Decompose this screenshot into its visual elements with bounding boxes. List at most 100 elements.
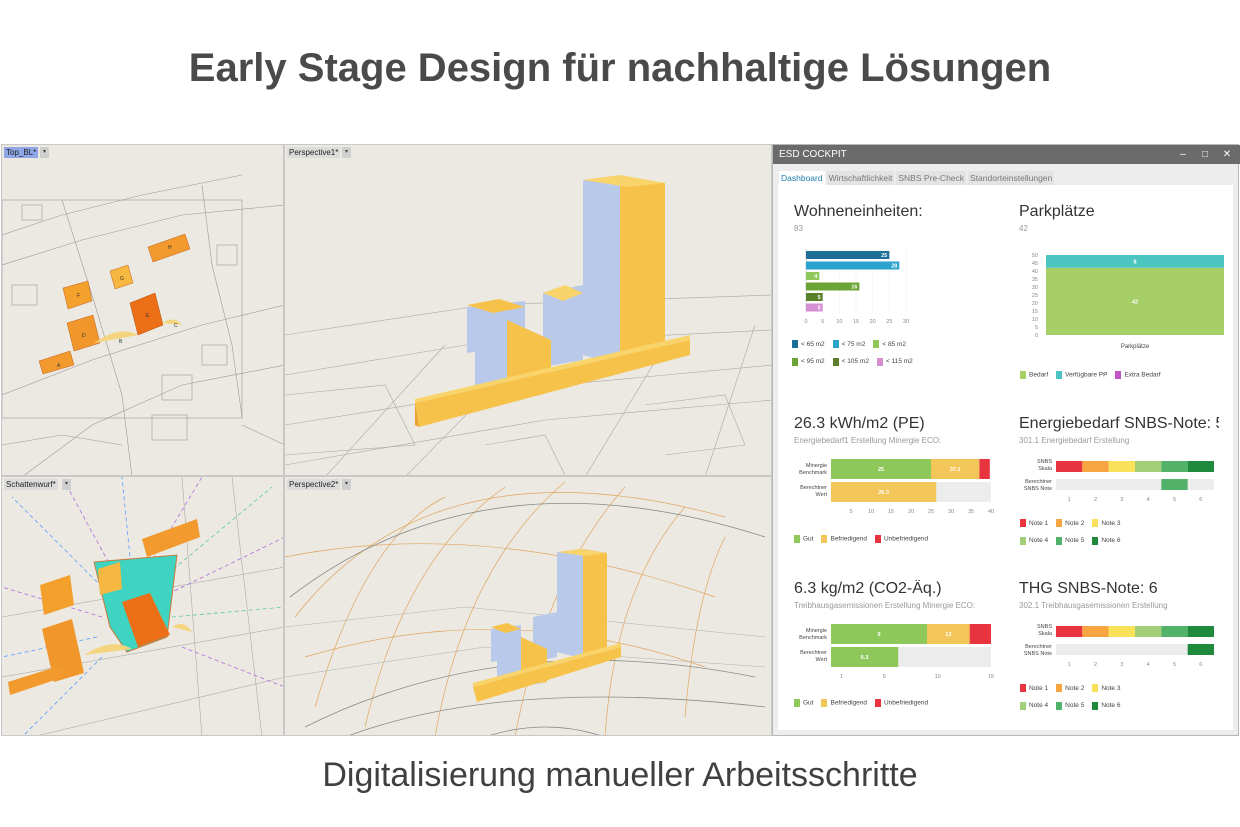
legend-label: Note 5 [1065, 537, 1085, 545]
viewport-perspective1[interactable]: Perspective1* ▾ [284, 144, 772, 476]
tick-label: 20 [908, 509, 914, 515]
legend-swatch [1020, 536, 1026, 545]
site-label: F [77, 293, 80, 299]
legend-label: < 105 m2 [841, 358, 869, 366]
legend-item: Note 3 [1092, 680, 1120, 697]
legend-item: Bedarf [1020, 371, 1048, 379]
chart-energie-snbs: SNBSSkala BerechtnerSNBS Note 1 2 3 4 5 6 [1024, 459, 1214, 503]
legend-swatch [1020, 519, 1026, 528]
tab-dashboard[interactable]: Dashboard [779, 171, 825, 185]
x-tick-label: Parkplätze [1121, 344, 1150, 350]
row-label: Skala [1038, 631, 1053, 637]
sun-path-model [285, 481, 766, 735]
tick-label: 1 [840, 674, 843, 680]
legend-item: Note 1 [1020, 515, 1048, 532]
legend-label: < 75 m2 [841, 341, 866, 348]
widget-subtitle: 302.1 Treibhausgasemissionen Erstellung [1019, 601, 1168, 610]
tick-label: 5 [1173, 662, 1176, 668]
legend-energie-pe: Gut Befriedigend Unbefriedigend [794, 535, 994, 543]
bar-label: 28 [891, 264, 897, 270]
legend-swatch [1020, 371, 1026, 379]
tab-wirtschaftlichkeit[interactable]: Wirtschaftlichkeit [826, 171, 895, 185]
page-title: Early Stage Design für nachhaltige Lösun… [188, 46, 1052, 90]
tick-label: 50 [1032, 253, 1038, 259]
tick-label: 30 [1032, 285, 1038, 291]
legend-swatch [821, 699, 828, 707]
legend-swatch [1056, 684, 1063, 693]
row-label: Wert [815, 657, 827, 663]
tick-label: 5 [1173, 497, 1176, 503]
dashboard-panel: Wohneneinheiten: 83 0 5 10 15 20 25 30 25 28 4 16 5… [778, 185, 1233, 730]
legend-item: Befriedigend [821, 699, 867, 707]
legend-label: Gut [803, 699, 814, 707]
cockpit-tabs: Dashboard Wirtschaftlichkeit SNBS Pre-Chec… [779, 171, 1056, 185]
legend-swatch [1092, 536, 1099, 545]
legend-item: Note 3 [1092, 515, 1120, 532]
row-label: Berechtner [800, 485, 827, 491]
esd-cockpit-window[interactable]: ESD COCKPIT – □ ✕ Dashboard Wirtschaftlic… [772, 144, 1240, 736]
chart-co2: MinergieBenchmarkBerechtnerWert9 136.31 5 1… [799, 624, 994, 680]
bar-label: 37.1 [950, 467, 961, 473]
bar [1161, 479, 1188, 490]
chevron-down-icon[interactable]: ▾ [62, 479, 71, 490]
viewport-perspective2[interactable]: Perspective2* ▾ [284, 476, 772, 736]
chart-energie-pe: MinergieBenchmark BerechtnerWert 25 37.1 26.… [799, 459, 994, 515]
legend-item: < 65 m2 [792, 336, 825, 353]
widget-thg-snbs: THG SNBS-Note: 6 302.1 Treibhausgasemiss… [1019, 580, 1219, 610]
legend-label: Note 5 [1065, 702, 1085, 710]
tick-label: 25 [1032, 293, 1038, 299]
bar-label: 5 [818, 306, 821, 312]
legend-swatch [794, 699, 800, 707]
close-button[interactable]: ✕ [1216, 145, 1238, 164]
legend-swatch [832, 357, 839, 366]
bar [969, 624, 991, 644]
site-label: B [119, 339, 123, 345]
minimize-button[interactable]: – [1172, 145, 1194, 164]
maximize-button[interactable]: □ [1194, 145, 1216, 164]
legend-swatch [1056, 701, 1063, 710]
scale-segment [1082, 626, 1109, 637]
legend-item: Note 2 [1056, 515, 1084, 532]
row-label: SNBS Note [1024, 486, 1052, 492]
viewport-tab-top[interactable]: Top_BL* [4, 147, 39, 158]
legend-item: Unbefriedigend [874, 535, 928, 543]
legend-item: Extra Bedarf [1115, 371, 1161, 379]
chevron-down-icon[interactable]: ▾ [342, 147, 351, 158]
legend-label: < 85 m2 [882, 341, 907, 348]
viewport-schattenwurf[interactable]: Schattenwurf* ▾ [1, 476, 284, 736]
scale-segment [1161, 626, 1188, 637]
legend-label: Gut [803, 535, 814, 543]
legend-label: Note 1 [1029, 520, 1049, 527]
legend-label: Note 2 [1065, 685, 1085, 692]
bar-label: 25 [881, 253, 887, 259]
tab-snbs-pre-check[interactable]: SNBS Pre-Check [896, 171, 967, 185]
site-plan-drawing: A B C D E F G H [2, 174, 283, 475]
page-subtitle: Digitalisierung manueller Arbeitsschritt… [322, 756, 918, 794]
row-label: SNBS Note [1024, 651, 1052, 657]
legend-swatch [1056, 371, 1063, 379]
widget-subtitle: Treibhausgasemissionen Erstellung Minerg… [794, 601, 976, 610]
bar-label: 9 [877, 632, 880, 638]
legend-item: < 75 m2 [832, 336, 866, 353]
legend-item: Befriedigend [821, 535, 867, 543]
viewport-tab-perspective2[interactable]: Perspective2* [287, 479, 341, 490]
window-titlebar[interactable]: ESD COCKPIT – □ ✕ [773, 145, 1240, 164]
tick-label: 5 [821, 319, 824, 325]
tick-label: 20 [1032, 301, 1038, 307]
site-label: H [168, 245, 172, 251]
legend-item: Note 5 [1056, 697, 1084, 714]
tab-standorteinstellungen[interactable]: Standorteinstellungen [968, 171, 1055, 185]
scale-segment [1056, 461, 1083, 472]
legend-label: < 65 m2 [801, 341, 825, 348]
legend-swatch [874, 699, 881, 707]
chevron-down-icon[interactable]: ▾ [40, 147, 49, 158]
row-label: Berechtner [1025, 479, 1052, 485]
legend-label: Bedarf [1029, 371, 1049, 379]
viewport-top[interactable]: Top_BL* ▾ A B C D E F G H [1, 144, 284, 476]
scale-segment [1161, 461, 1188, 472]
viewport-tab-schattenwurf[interactable]: Schattenwurf* [4, 479, 58, 490]
viewport-tab-perspective1[interactable]: Perspective1* [287, 147, 341, 158]
tick-label: 5 [849, 509, 852, 515]
chevron-down-icon[interactable]: ▾ [342, 479, 351, 490]
legend-swatch [792, 357, 798, 366]
